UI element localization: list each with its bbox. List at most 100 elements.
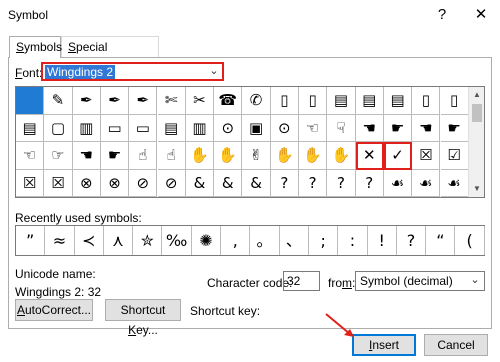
symbol-cell[interactable]: ▤ <box>16 114 45 142</box>
symbol-cell[interactable]: ▯ <box>299 87 328 115</box>
scroll-down-icon[interactable]: ▼ <box>469 181 485 197</box>
grid-scrollbar[interactable]: ▲ ▼ <box>468 87 484 197</box>
symbol-cell[interactable]: ▥ <box>72 114 101 142</box>
character-code-input[interactable]: 32 <box>283 271 320 291</box>
symbol-cell[interactable]: ▥ <box>185 114 215 142</box>
symbol-cell[interactable]: & <box>214 169 243 197</box>
symbol-cell[interactable]: ✋ <box>270 142 299 170</box>
recent-symbol-cell[interactable]: 。 <box>250 226 280 255</box>
symbol-cell[interactable]: ▯ <box>440 87 469 115</box>
symbol-cell[interactable]: ? <box>355 169 384 197</box>
symbol-cell[interactable]: ✒ <box>100 87 130 115</box>
symbol-cell[interactable]: ✆ <box>242 87 271 115</box>
symbol-cell[interactable]: ☙ <box>440 169 469 197</box>
recent-symbol-cell[interactable]: ≈ <box>45 226 75 255</box>
symbol-cell[interactable]: ⊘ <box>157 169 186 197</box>
tab-special-characters[interactable]: Special Characters <box>61 36 159 74</box>
shortcut-key-button[interactable]: Shortcut Key... <box>105 299 181 337</box>
symbol-cell[interactable]: ☛ <box>100 142 130 170</box>
symbol-cell[interactable]: ▤ <box>383 87 413 115</box>
symbol-cell[interactable]: ☜ <box>16 142 45 170</box>
symbol-cell[interactable]: ▢ <box>44 114 73 142</box>
symbol-cell[interactable]: ✓ <box>383 142 413 170</box>
recent-symbol-cell[interactable]: ; <box>309 226 339 255</box>
scroll-thumb[interactable] <box>472 104 482 122</box>
recent-symbol-cell[interactable]: ⋏ <box>104 226 134 255</box>
symbol-cell[interactable]: ✒ <box>72 87 101 115</box>
symbol-cell[interactable]: ✂ <box>185 87 215 115</box>
symbol-cell[interactable]: ☝ <box>157 142 186 170</box>
symbol-cell[interactable]: ☎ <box>214 87 243 115</box>
symbol-cell[interactable]: ▤ <box>157 114 186 142</box>
symbol-cell[interactable]: ☒ <box>16 169 45 197</box>
symbol-cell[interactable]: ✋ <box>327 142 356 170</box>
cancel-button[interactable]: Cancel <box>424 334 488 356</box>
symbol-cell[interactable]: ▭ <box>129 114 158 142</box>
symbol-cell[interactable]: & <box>185 169 215 197</box>
symbol-cell[interactable]: ☟ <box>327 114 356 142</box>
symbol-cell[interactable]: ✕ <box>355 142 384 170</box>
font-dropdown[interactable]: Wingdings 2 ⌄ <box>41 62 224 81</box>
insert-button[interactable]: Insert <box>352 334 416 356</box>
symbol-cell[interactable]: ✒ <box>129 87 158 115</box>
recent-symbol-cell[interactable]: ! <box>368 226 397 255</box>
symbol-cell[interactable]: ? <box>299 169 328 197</box>
symbol-cell[interactable]: ⊙ <box>270 114 299 142</box>
symbol-cell[interactable]: ⊘ <box>129 169 158 197</box>
recently-used-symbols[interactable]: ” ≈ ≺ ⋏ ✮ ‰ ✺,。、;:!? “( <box>15 225 485 256</box>
symbol-cell[interactable]: ☚ <box>355 114 384 142</box>
symbol-cell[interactable]: ⊗ <box>100 169 130 197</box>
symbol-cell[interactable]: ☒ <box>44 169 73 197</box>
recent-symbol-cell[interactable]: : <box>338 226 368 255</box>
symbol-cell[interactable]: ▤ <box>355 87 384 115</box>
symbol-cell[interactable]: ☒ <box>412 142 441 170</box>
recent-symbol-cell[interactable]: ≺ <box>75 226 104 255</box>
recent-symbol-cell[interactable]: ✮ <box>133 226 163 255</box>
symbol-cell[interactable]: ☛ <box>440 114 469 142</box>
symbol-cell[interactable]: ☛ <box>383 114 413 142</box>
symbol-cell[interactable]: ☝ <box>129 142 158 170</box>
symbol-cell[interactable]: ⊗ <box>72 169 101 197</box>
recent-symbol-cell[interactable]: “ <box>426 226 456 255</box>
scroll-up-icon[interactable]: ▲ <box>469 87 485 103</box>
close-icon[interactable]: ✕ <box>470 4 492 26</box>
symbol-cell[interactable]: ✌ <box>242 142 271 170</box>
help-icon[interactable]: ? <box>431 4 453 26</box>
symbol-grid[interactable]: ☙ ☙ ☙???? & & & ⊘ ⊘ ⊗ ⊗ ☒ ☒ ☑ ☒ ✓ ✕ ✋ ✋ ✋ ✌ ✋ ✋ ☝ ☝ ☛ ☚ ☞ ☜ ☛ ☚ ☛ ☚ ☟ ☜ ⊙ ▣… <box>15 86 485 198</box>
from-value: Symbol (decimal) <box>360 274 453 288</box>
recent-symbol-cell[interactable]: 、 <box>280 226 309 255</box>
symbol-cell[interactable]: & <box>242 169 271 197</box>
symbol-cell[interactable]: ☞ <box>44 142 73 170</box>
symbol-cell[interactable]: ? <box>270 169 299 197</box>
symbol-cell[interactable]: ☜ <box>299 114 328 142</box>
symbol-cell[interactable]: ☚ <box>412 114 441 142</box>
chevron-down-icon[interactable]: ⌄ <box>468 273 482 289</box>
symbol-cell[interactable]: ▣ <box>242 114 271 142</box>
autocorrect-button[interactable]: AutoCorrect... <box>15 299 93 321</box>
symbol-cell[interactable]: ▭ <box>100 114 130 142</box>
recent-symbol-cell[interactable]: ? <box>397 226 427 255</box>
recent-symbol-cell[interactable]: ( <box>456 226 485 255</box>
symbol-cell[interactable]: ✋ <box>185 142 215 170</box>
symbol-cell[interactable]: ? <box>327 169 356 197</box>
from-dropdown[interactable]: Symbol (decimal) ⌄ <box>355 271 485 291</box>
symbol-cell[interactable]: ✄ <box>157 87 186 115</box>
symbol-cell[interactable]: ▯ <box>270 87 299 115</box>
symbol-cell[interactable]: ☚ <box>72 142 101 170</box>
symbol-cell[interactable]: ✎ <box>44 87 73 115</box>
symbol-cell[interactable]: ✋ <box>299 142 328 170</box>
symbol-cell[interactable]: ▯ <box>412 87 441 115</box>
symbol-cell[interactable]: ☑ <box>440 142 469 170</box>
recent-symbol-cell[interactable]: , <box>221 226 251 255</box>
symbol-cell[interactable]: ▤ <box>327 87 356 115</box>
tab-symbols[interactable]: Symbols <box>9 36 62 58</box>
symbol-cell[interactable]: ✋ <box>214 142 243 170</box>
recent-symbol-cell[interactable]: ” <box>16 226 46 255</box>
recent-symbol-cell[interactable]: ✺ <box>192 226 222 255</box>
recent-symbol-cell[interactable]: ‰ <box>163 226 192 255</box>
symbol-cell[interactable]: ⊙ <box>214 114 243 142</box>
chevron-down-icon[interactable]: ⌄ <box>207 64 221 79</box>
symbol-cell[interactable]: ☙ <box>383 169 413 197</box>
symbol-cell[interactable]: ☙ <box>412 169 441 197</box>
symbol-cell[interactable] <box>16 87 45 115</box>
